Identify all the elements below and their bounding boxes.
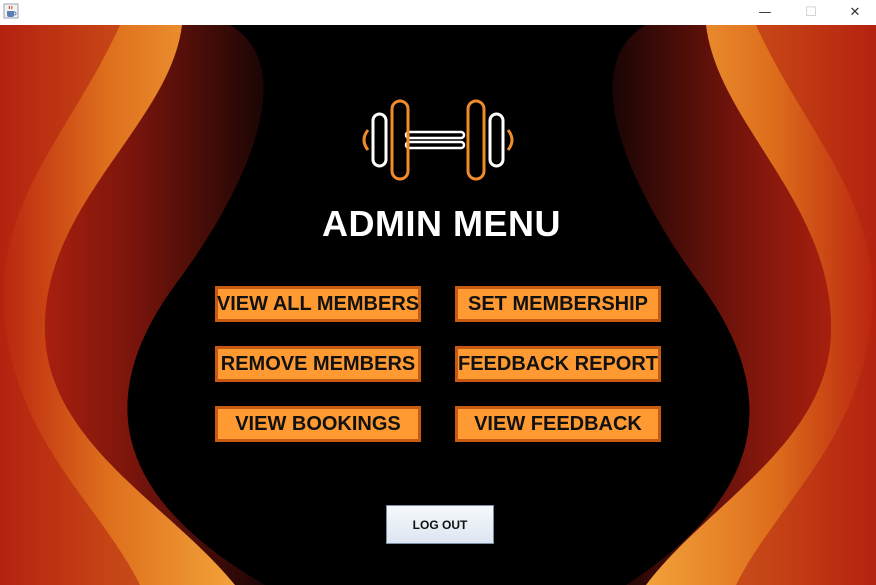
feedback-report-button[interactable]: FEEDBACK REPORT (455, 346, 661, 382)
app-window: — ☐ ✕ ADMIN MENU VIEW ALL MEMBERS SET ME… (0, 0, 876, 585)
maximize-button[interactable]: ☐ (788, 0, 834, 25)
page-title: ADMIN MENU (322, 203, 561, 244)
set-membership-button[interactable]: SET MEMBERSHIP (455, 286, 661, 322)
remove-members-button[interactable]: REMOVE MEMBERS (215, 346, 421, 382)
dumbbell-icon (362, 99, 514, 181)
minimize-button[interactable]: — (742, 0, 788, 25)
view-all-members-button[interactable]: VIEW ALL MEMBERS (215, 286, 421, 322)
view-feedback-button[interactable]: VIEW FEEDBACK (455, 406, 661, 442)
log-out-button[interactable]: LOG OUT (386, 505, 494, 544)
java-coffee-icon (3, 3, 19, 19)
close-button[interactable]: ✕ (832, 0, 876, 25)
admin-menu-panel: ADMIN MENU VIEW ALL MEMBERS SET MEMBERSH… (0, 25, 876, 585)
view-bookings-button[interactable]: VIEW BOOKINGS (215, 406, 421, 442)
title-bar: — ☐ ✕ (0, 0, 876, 26)
